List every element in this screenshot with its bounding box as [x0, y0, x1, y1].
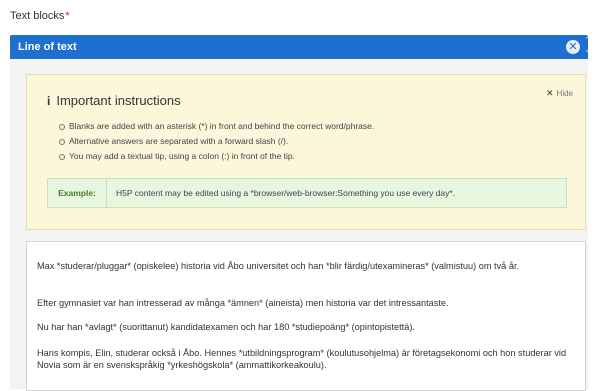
text-paragraph: Efter gymnasiet var han intresserad av m… — [37, 298, 449, 308]
text-input-area[interactable]: Max *studerar/pluggar* (opiskelee) histo… — [26, 241, 586, 391]
example-box: Example: H5P content may be edited using… — [47, 178, 567, 208]
text-block-header[interactable]: Line of text ✕ — [10, 35, 588, 59]
required-marker: * — [65, 10, 70, 22]
text-paragraph: Hans kompis, Elin, studerar också i Åbo.… — [37, 348, 567, 370]
example-label: Example: — [48, 179, 107, 207]
text-block-title: Line of text — [18, 41, 77, 53]
instructions-title: Important instructions — [56, 93, 181, 108]
remove-block-button[interactable]: ✕ — [566, 40, 580, 54]
text-paragraph: Nu har han *avlagt* (suorittanut) kandid… — [37, 322, 415, 332]
info-icon: i — [47, 94, 51, 108]
list-item: Alternative answers are separated with a… — [59, 136, 374, 146]
important-instructions-box: i Important instructions ✕ Hide Blanks are… — [26, 74, 586, 230]
close-icon: ✕ — [546, 88, 554, 98]
hide-label: Hide — [556, 89, 573, 98]
instructions-list: Blanks are added with an asterisk (*) in… — [59, 121, 374, 166]
field-label: Text blocks* — [10, 10, 70, 22]
text-paragraph: Max *studerar/pluggar* (opiskelee) histo… — [37, 261, 520, 271]
list-item: You may add a textual tip, using a colon… — [59, 151, 374, 161]
reorder-controls: ⌃ ⌄ — [583, 36, 593, 58]
example-text: H5P content may be edited using a *brows… — [116, 188, 456, 198]
field-label-text: Text blocks — [10, 10, 65, 22]
hide-instructions-button[interactable]: ✕ Hide — [546, 88, 573, 99]
move-down-button[interactable]: ⌄ — [583, 45, 593, 54]
close-circle-icon: ✕ — [568, 41, 578, 53]
instructions-heading: i Important instructions — [47, 93, 181, 108]
list-item: Blanks are added with an asterisk (*) in… — [59, 121, 374, 131]
